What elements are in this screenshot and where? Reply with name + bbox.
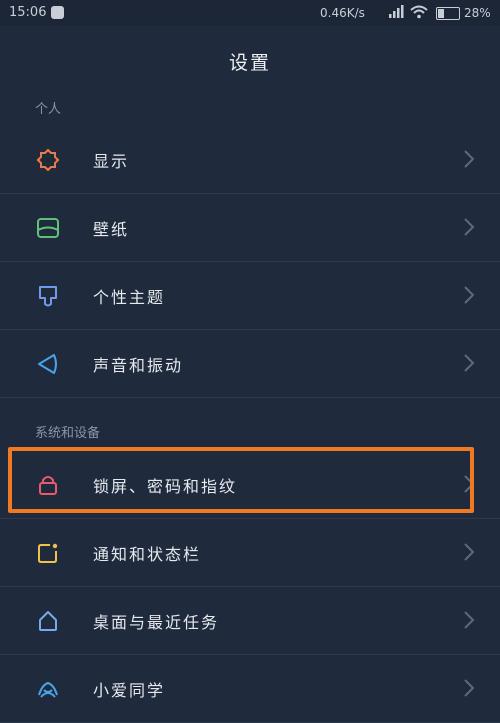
wallpaper-icon <box>37 218 59 238</box>
highlight-box <box>8 447 474 513</box>
chevron-right-icon <box>464 543 475 561</box>
settings-item-label: 个性主题 <box>93 288 166 307</box>
chevron-right-icon <box>464 150 475 168</box>
network-speed: 0.46K/s <box>320 6 365 20</box>
page-title: 设置 <box>228 52 271 74</box>
signal-icon <box>389 5 404 18</box>
app-notification-icon <box>51 6 64 19</box>
home-icon <box>39 611 57 631</box>
theme-icon <box>39 286 57 307</box>
settings-item-label: 声音和振动 <box>93 356 184 375</box>
wifi-icon <box>410 5 428 19</box>
settings-item-wallpaper[interactable]: 壁纸 <box>0 194 500 262</box>
chevron-right-icon <box>464 354 475 372</box>
settings-item-label: 壁纸 <box>93 220 130 239</box>
status-time: 15:06 <box>9 5 47 20</box>
sound-icon <box>38 354 57 374</box>
chevron-right-icon <box>464 679 475 697</box>
settings-item-label: 通知和状态栏 <box>93 545 202 564</box>
settings-item-label: 显示 <box>93 152 130 171</box>
battery-fill <box>438 9 444 18</box>
settings-item-notifications[interactable]: 通知和状态栏 <box>0 519 500 587</box>
chevron-right-icon <box>464 286 475 304</box>
settings-item-theme[interactable]: 个性主题 <box>0 262 500 330</box>
settings-item-label: 小爱同学 <box>93 681 166 700</box>
battery-icon <box>436 7 460 20</box>
notification-icon <box>38 543 58 563</box>
display-sun-icon <box>36 148 60 172</box>
page-header: 设置 <box>0 26 500 94</box>
section-label-system: 系统和设备 <box>35 426 101 441</box>
settings-item-assistant[interactable]: 小爱同学 <box>0 655 500 723</box>
settings-item-display[interactable]: 显示 <box>0 126 500 194</box>
chevron-right-icon <box>464 218 475 236</box>
status-bar: 15:06 0.46K/s 28% <box>0 0 500 26</box>
section-label-personal: 个人 <box>35 102 62 117</box>
settings-item-sound[interactable]: 声音和振动 <box>0 330 500 398</box>
assistant-icon <box>38 681 58 698</box>
settings-item-home-screen[interactable]: 桌面与最近任务 <box>0 587 500 655</box>
chevron-right-icon <box>464 611 475 629</box>
battery-percent: 28% <box>464 6 491 20</box>
settings-item-label: 桌面与最近任务 <box>93 613 220 632</box>
